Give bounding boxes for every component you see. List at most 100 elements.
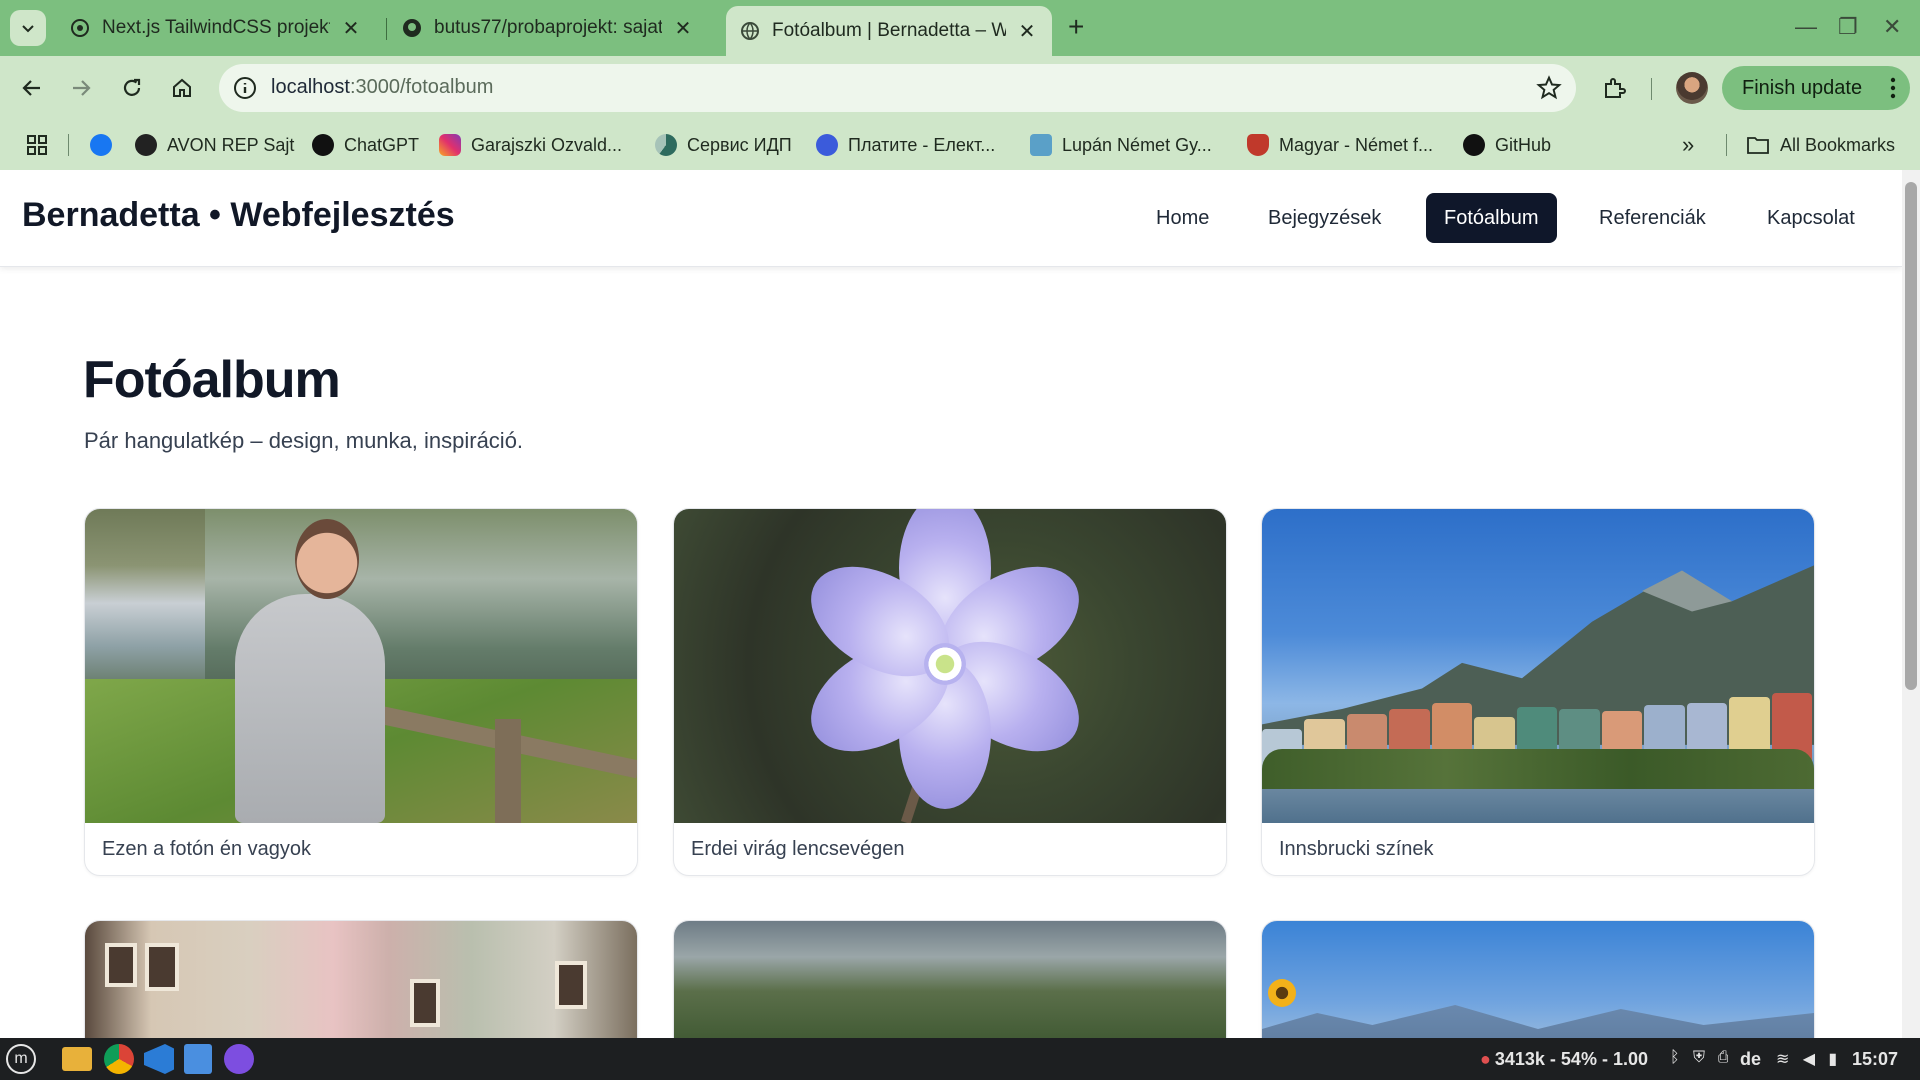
forward-button[interactable] [67, 74, 95, 102]
files-icon[interactable] [62, 1047, 92, 1071]
page-viewport: Bernadetta • Webfejlesztés Home Bejegyzé… [0, 170, 1902, 1038]
nav-bejegyzesek[interactable]: Bejegyzések [1250, 193, 1399, 243]
bookmark-lupan[interactable]: Lupán Német Gy... [1030, 132, 1212, 158]
new-tab-button[interactable]: + [1068, 13, 1084, 41]
clock[interactable]: 15:07 [1852, 1049, 1898, 1070]
restore-icon[interactable]: ❐ [1838, 14, 1858, 40]
start-menu-button[interactable]: m [6, 1044, 36, 1074]
github-icon [1463, 134, 1485, 156]
puzzle-icon [1605, 78, 1626, 98]
tab-github[interactable]: butus77/probaprojekt: sajat ✕ [388, 6, 708, 50]
printer-icon[interactable]: ⎙ [1718, 1049, 1728, 1066]
bookmark-instagram[interactable]: Garajszki Ozvald... [439, 132, 622, 158]
page-scrollbar[interactable] [1902, 170, 1920, 1038]
tray-icons[interactable]: ᛒ ⛨ ⎙ [1670, 1049, 1728, 1067]
scrollbar-thumb[interactable] [1905, 182, 1917, 690]
folder-icon [1747, 137, 1769, 154]
volume-icon[interactable]: ◀ [1803, 1051, 1815, 1068]
more-bookmarks-button[interactable]: » [1682, 132, 1694, 158]
photo-card[interactable]: Ezen a fotón én vagyok [84, 508, 638, 876]
vscode-icon[interactable] [144, 1044, 174, 1074]
shield-icon[interactable]: ⛨ [1693, 1049, 1705, 1066]
site-info-icon[interactable] [233, 76, 257, 100]
photo-card[interactable] [673, 920, 1227, 1038]
photo-image[interactable] [85, 509, 637, 823]
photo-image[interactable] [1262, 509, 1814, 823]
photo-card[interactable] [84, 920, 638, 1038]
address-bar[interactable]: localhost:3000/fotoalbum [219, 64, 1576, 112]
keyboard-layout[interactable]: de [1740, 1049, 1761, 1070]
bookmark-magyar[interactable]: Magyar - Német f... [1247, 132, 1433, 158]
tab-fotoalbum[interactable]: Fotóalbum | Bernadetta – W ✕ [726, 6, 1052, 56]
text-editor-icon[interactable] [184, 1044, 212, 1074]
bookmarks-divider [1726, 134, 1727, 156]
bookmark-chatgpt[interactable]: ChatGPT [312, 132, 419, 158]
tab-nextjs[interactable]: Next.js TailwindCSS projekt ✕ [56, 6, 376, 50]
extensions-button[interactable] [1600, 74, 1628, 102]
wifi-icon[interactable]: ≋ [1776, 1051, 1789, 1068]
close-tab-icon[interactable]: ✕ [1016, 20, 1038, 43]
bookmark-facebook[interactable] [90, 132, 112, 158]
close-tab-icon[interactable]: ✕ [672, 17, 694, 40]
all-bookmarks-button[interactable]: All Bookmarks [1746, 132, 1895, 158]
site-brand[interactable]: Bernadetta • Webfejlesztés [22, 196, 455, 235]
photo-image[interactable] [1262, 921, 1814, 1038]
page-subtitle: Pár hangulatkép – design, munka, inspirá… [84, 428, 524, 453]
close-window-icon[interactable]: ✕ [1883, 14, 1901, 40]
bookmark-star-icon[interactable] [1536, 75, 1562, 101]
arrow-right-icon [73, 80, 91, 96]
bookmarks-divider [68, 134, 69, 156]
pay-icon [816, 134, 838, 156]
shield-icon [1247, 134, 1269, 156]
tray-icons-right[interactable]: ≋ ◀ ▮ [1776, 1049, 1837, 1069]
bluetooth-icon[interactable]: ᛒ [1670, 1049, 1680, 1066]
bookmark-label: Сервис ИДП [687, 134, 792, 155]
nav-home[interactable]: Home [1138, 193, 1227, 243]
bookmark-label: Magyar - Német f... [1279, 134, 1434, 155]
instagram-icon [439, 134, 461, 156]
system-status-text: 3413k - 54% - 1.00 [1494, 1049, 1648, 1069]
viber-icon[interactable] [224, 1044, 254, 1074]
nav-fotoalbum[interactable]: Fotóalbum [1426, 193, 1557, 243]
bird-icon [1030, 134, 1052, 156]
battery-icon[interactable]: ▮ [1828, 1051, 1837, 1068]
bookmark-label: Garajszki Ozvald... [471, 134, 623, 155]
reload-button[interactable] [118, 74, 146, 102]
photo-image[interactable] [674, 921, 1226, 1038]
nav-kapcsolat[interactable]: Kapcsolat [1749, 193, 1873, 243]
url-path: :3000/fotoalbum [349, 76, 494, 98]
system-taskbar: m ● 3413k - 54% - 1.00 ᛒ ⛨ ⎙ de ≋ ◀ ▮ 15:… [0, 1038, 1920, 1080]
bookmark-pay[interactable]: Платите - Елект... [816, 132, 995, 158]
bookmark-github[interactable]: GitHub [1463, 132, 1551, 158]
bookmark-service[interactable]: Сервис ИДП [655, 132, 792, 158]
globe-icon [741, 22, 759, 41]
apps-grid-icon[interactable] [26, 134, 48, 156]
reload-icon [123, 78, 141, 96]
profile-avatar[interactable] [1676, 72, 1708, 104]
tab-search-button[interactable] [10, 10, 46, 46]
chrome-icon[interactable] [104, 1044, 134, 1074]
url-host: localhost [271, 76, 350, 98]
close-tab-icon[interactable]: ✕ [340, 17, 362, 40]
system-monitor[interactable]: ● 3413k - 54% - 1.00 [1480, 1049, 1648, 1070]
photo-card[interactable] [1261, 920, 1815, 1038]
site-header: Bernadetta • Webfejlesztés Home Bejegyzé… [0, 170, 1902, 267]
all-bookmarks-label: All Bookmarks [1780, 134, 1896, 155]
github-icon [403, 19, 421, 37]
bookmark-avon[interactable]: AVON REP Sajt [135, 132, 294, 158]
url-text[interactable]: localhost:3000/fotoalbum [271, 76, 493, 99]
photo-card[interactable]: Erdei virág lencsevégen [673, 508, 1227, 876]
back-button[interactable] [18, 74, 46, 102]
photo-card[interactable]: Innsbrucki színek [1261, 508, 1815, 876]
chevron-double-right-icon: » [1682, 132, 1695, 157]
photo-image[interactable] [85, 921, 637, 1038]
minimize-icon[interactable]: — [1795, 14, 1817, 40]
home-button[interactable] [168, 74, 196, 102]
nav-referenciak[interactable]: Referenciák [1581, 193, 1724, 243]
chevron-down-icon [22, 25, 34, 33]
bookmarks-bar: AVON REP Sajt ChatGPT Garajszki Ozvald..… [0, 120, 1920, 170]
photo-image[interactable] [674, 509, 1226, 823]
bookmark-label: ChatGPT [344, 134, 420, 155]
tab-title: Next.js TailwindCSS projekt [102, 17, 330, 38]
finish-update-button[interactable]: Finish update [1722, 66, 1910, 110]
